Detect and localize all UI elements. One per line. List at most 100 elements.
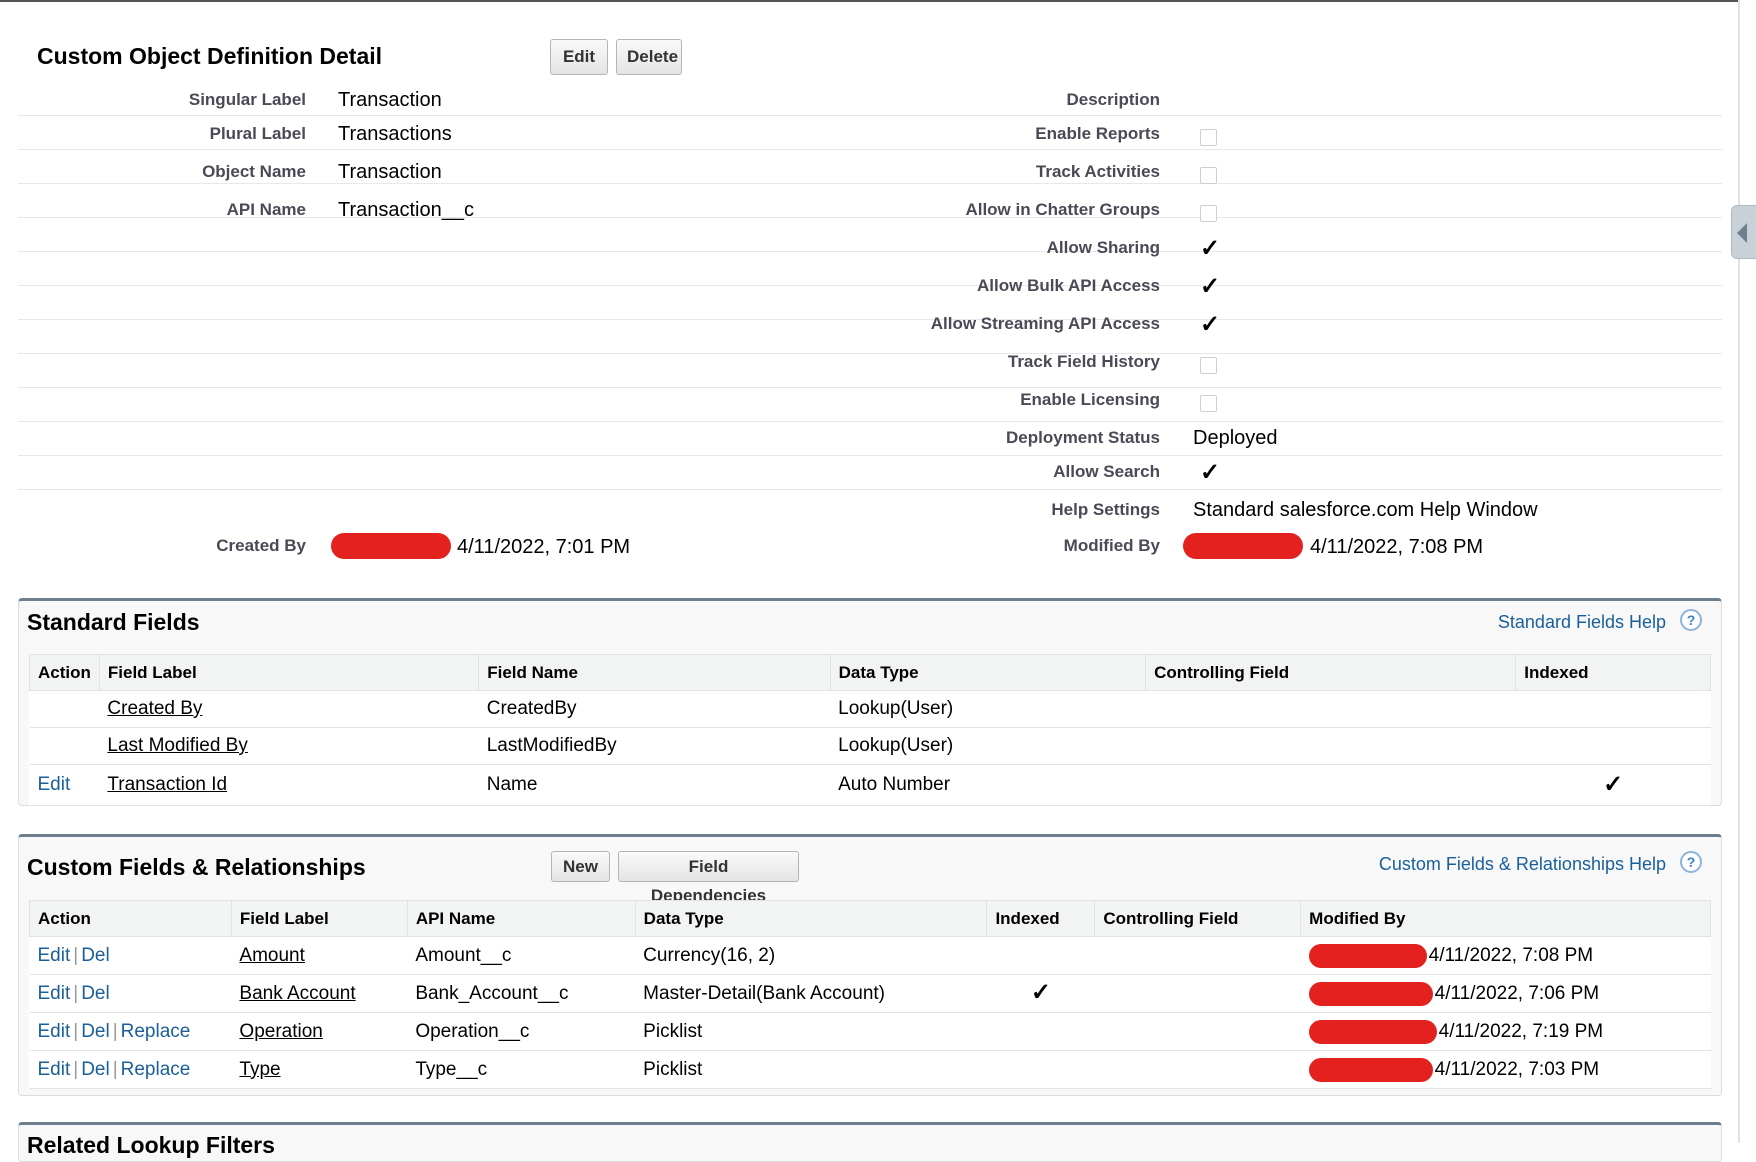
field-value: Transaction	[338, 89, 442, 111]
data-type-cell: Picklist	[635, 1012, 987, 1051]
field-label-cell: Type	[231, 1050, 408, 1089]
field-label-link[interactable]: Transaction Id	[107, 774, 227, 795]
field-label: Allow Sharing	[1046, 238, 1160, 257]
field-label: Description	[1066, 90, 1160, 109]
checkbox-unchecked	[1200, 167, 1217, 184]
field-label-cell: Transaction Id	[99, 764, 479, 806]
del-link[interactable]: Del	[81, 1021, 110, 1042]
redacted-user	[1308, 981, 1433, 1006]
modified-by-timestamp: 4/11/2022, 7:08 PM	[1310, 536, 1484, 558]
edit-button[interactable]: Edit	[550, 39, 608, 75]
checkbox-unchecked	[1200, 129, 1217, 146]
redacted-user	[1308, 1057, 1433, 1082]
action-cell: Edit | Del	[29, 974, 232, 1013]
detail-row	[18, 456, 1722, 490]
field-value: Deployed	[1193, 427, 1278, 449]
api-name-cell: Amount__c	[407, 936, 636, 975]
edit-link[interactable]: Edit	[38, 1059, 71, 1080]
field-label: Allow Bulk API Access	[977, 276, 1160, 295]
data-type-cell: Picklist	[635, 1050, 987, 1089]
custom-fields-help-link[interactable]: Custom Fields & Relationships Help	[1379, 854, 1666, 875]
field-label-link[interactable]: Created By	[107, 698, 202, 719]
column-header: Controlling Field	[1145, 654, 1517, 691]
replace-link[interactable]: Replace	[121, 1021, 191, 1042]
help-icon[interactable]: ?	[1680, 851, 1702, 873]
modified-timestamp: 4/11/2022, 7:08 PM	[1428, 944, 1594, 966]
indexed-cell	[986, 1012, 1095, 1051]
field-label-link[interactable]: Type	[239, 1059, 280, 1080]
checkbox-unchecked	[1200, 395, 1217, 412]
data-type-cell: Lookup(User)	[830, 727, 1146, 765]
checkmark-icon: ✓	[1200, 273, 1221, 300]
field-value: Transactions	[338, 123, 452, 145]
separator: |	[73, 1020, 79, 1042]
column-header: Data Type	[829, 654, 1147, 691]
data-type-cell: Currency(16, 2)	[635, 936, 987, 975]
detail-row	[18, 286, 1722, 320]
field-label: Help Settings	[1051, 500, 1160, 519]
edit-link[interactable]: Edit	[38, 983, 71, 1004]
controlling-field-cell	[1145, 764, 1516, 806]
field-label-cell: Created By	[99, 690, 479, 728]
related-lookup-filters-title: Related Lookup Filters	[27, 1132, 275, 1158]
edit-link[interactable]: Edit	[38, 945, 71, 966]
modified-timestamp: 4/11/2022, 7:03 PM	[1434, 1058, 1600, 1080]
api-name-cell: Type__c	[407, 1050, 636, 1089]
indexed-cell	[986, 1050, 1095, 1089]
help-icon[interactable]: ?	[1680, 609, 1702, 631]
delete-button[interactable]: Delete	[616, 39, 682, 75]
checkbox-unchecked	[1200, 357, 1217, 374]
table-row: Edit | Del | Replace Operation Operation__c Pic…	[29, 1012, 1711, 1051]
redacted-user	[1183, 533, 1303, 559]
field-label-link[interactable]: Operation	[239, 1021, 322, 1042]
indexed-cell	[986, 936, 1095, 975]
created-by-timestamp: 4/11/2022, 7:01 PM	[457, 536, 631, 558]
action-cell: Edit	[29, 764, 100, 806]
checkmark-icon: ✓	[1200, 459, 1221, 486]
sidebar-collapse-handle[interactable]	[1731, 205, 1756, 259]
standard-fields-title: Standard Fields	[27, 609, 200, 635]
standard-fields-help-link[interactable]: Standard Fields Help	[1498, 612, 1666, 633]
data-type-cell: Master-Detail(Bank Account)	[635, 974, 987, 1013]
field-label: Enable Licensing	[1020, 390, 1160, 409]
top-border	[0, 0, 1740, 2]
separator: |	[112, 1058, 118, 1080]
page-title: Custom Object Definition Detail	[37, 43, 383, 69]
field-label-link[interactable]: Last Modified By	[107, 735, 247, 756]
field-label-cell: Operation	[231, 1012, 408, 1051]
standard-fields-table: Action Field Label Field Name Data Type Cont…	[29, 654, 1711, 806]
table-row: Last Modified By LastModifiedBy Lookup(Use…	[29, 727, 1711, 765]
controlling-field-cell	[1145, 727, 1516, 765]
custom-fields-section: Custom Fields & Relationships New Field …	[18, 834, 1722, 1096]
redacted-user	[1308, 943, 1427, 968]
modified-by-cell: 4/11/2022, 7:06 PM	[1300, 974, 1711, 1013]
new-field-button[interactable]: New	[551, 851, 610, 882]
del-link[interactable]: Del	[81, 1059, 110, 1080]
field-label: API Name	[226, 200, 306, 219]
checkmark-icon: ✓	[1603, 770, 1624, 798]
del-link[interactable]: Del	[81, 945, 110, 966]
replace-link[interactable]: Replace	[121, 1059, 191, 1080]
table-row: Edit Transaction Id Name Auto Number ✓	[29, 764, 1711, 806]
api-name-cell: Bank_Account__c	[407, 974, 636, 1013]
controlling-field-cell	[1094, 1012, 1301, 1051]
controlling-field-cell	[1094, 1050, 1301, 1089]
edit-link[interactable]: Edit	[38, 774, 71, 795]
redacted-user	[1308, 1019, 1437, 1044]
table-row: Edit | Del Amount Amount__c Currency(16, 2) 4/…	[29, 936, 1711, 975]
field-label-link[interactable]: Amount	[239, 945, 304, 966]
field-label-link[interactable]: Bank Account	[239, 983, 355, 1004]
column-header: Modified By	[1300, 900, 1711, 937]
del-link[interactable]: Del	[81, 983, 110, 1004]
checkmark-icon: ✓	[1200, 311, 1221, 338]
field-label: Track Field History	[1007, 352, 1160, 371]
controlling-field-cell	[1145, 690, 1516, 728]
modified-by-cell: 4/11/2022, 7:03 PM	[1300, 1050, 1711, 1089]
controlling-field-cell	[1094, 936, 1301, 975]
field-dependencies-button[interactable]: Field Dependencies	[618, 851, 799, 905]
indexed-cell: ✓	[986, 974, 1095, 1013]
column-header: Indexed	[1515, 654, 1711, 691]
standard-fields-section: Standard Fields Standard Fields Help ? A…	[18, 598, 1722, 806]
edit-link[interactable]: Edit	[38, 1021, 71, 1042]
data-type-cell: Lookup(User)	[830, 690, 1146, 728]
